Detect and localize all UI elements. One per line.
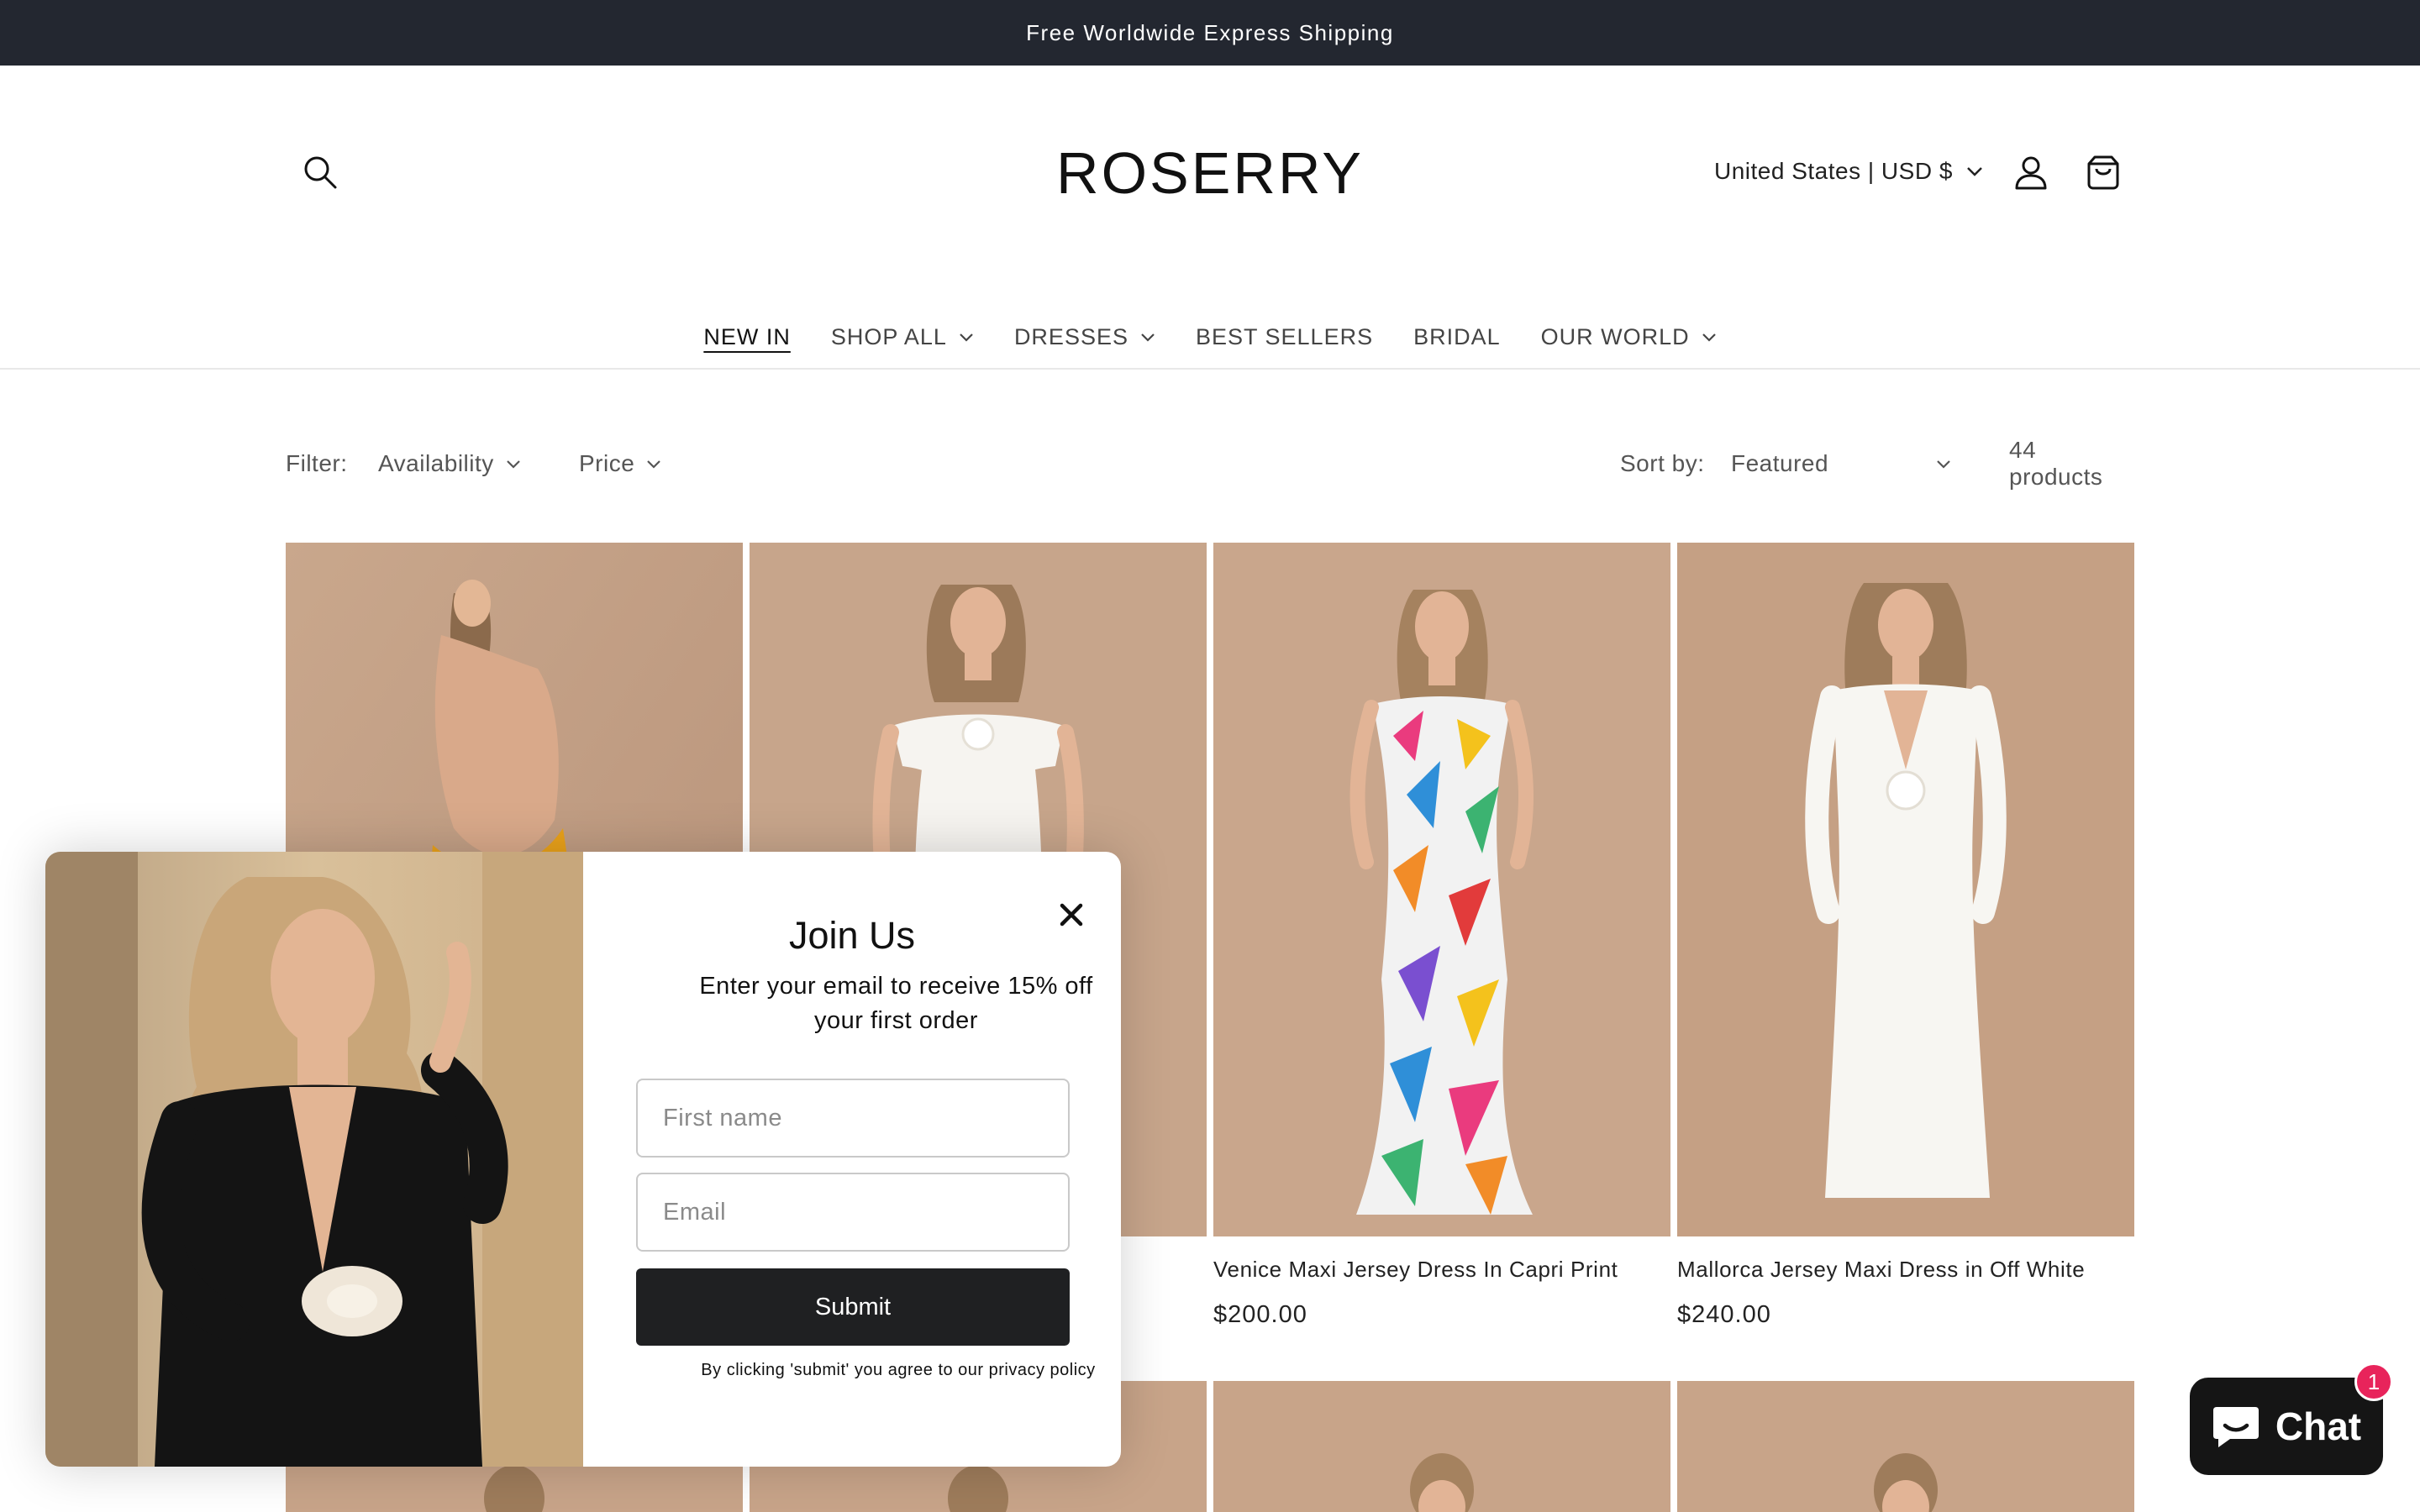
chat-bubble-icon: [2212, 1407, 2259, 1447]
popup-subtitle: Enter your email to receive 15% off your…: [699, 973, 1093, 1034]
product-card[interactable]: Venice Maxi Jersey Dress In Capri Print …: [1213, 543, 1670, 1329]
email-field[interactable]: [636, 1173, 1070, 1252]
chevron-down-icon: [1702, 333, 1716, 342]
submit-button[interactable]: Submit: [636, 1268, 1070, 1346]
nav-item-new-in[interactable]: NEW IN: [703, 316, 791, 358]
shopping-bag-icon: [2087, 155, 2119, 190]
chat-label: Chat: [2275, 1404, 2362, 1448]
product-price: $200.00: [1213, 1301, 1307, 1328]
nav-label: DRESSES: [1013, 323, 1128, 349]
nav-label: SHOP ALL: [830, 323, 947, 349]
nav-item-bridal[interactable]: BRIDAL: [1413, 316, 1501, 358]
popup-model-image: [45, 852, 583, 1467]
chat-notification-badge: 1: [2354, 1362, 2393, 1401]
nav-label: BEST SELLERS: [1195, 323, 1374, 349]
filter-label-text: Filter:: [286, 450, 348, 476]
product-title[interactable]: Venice Maxi Jersey Dress In Capri Print: [1213, 1257, 1670, 1283]
chevron-down-icon: [960, 333, 973, 342]
chevron-down-icon: [507, 459, 520, 469]
availability-filter-label: Availability: [378, 450, 494, 476]
chevron-down-icon: [1141, 333, 1155, 342]
nav-item-our-world[interactable]: OUR WORLD: [1541, 316, 1717, 358]
locale-label: United States | USD $: [1714, 158, 1953, 184]
first-name-field[interactable]: [636, 1079, 1070, 1158]
nav-label: NEW IN: [703, 323, 791, 349]
price-filter[interactable]: Price: [579, 445, 661, 482]
product-image[interactable]: [1677, 1381, 2134, 1512]
nav-item-dresses[interactable]: DRESSES: [1014, 316, 1155, 358]
search-icon: [304, 156, 337, 189]
sort-select[interactable]: Featured: [1731, 445, 1951, 482]
nav-label: BRIDAL: [1413, 323, 1501, 349]
product-image[interactable]: [1213, 1381, 1670, 1512]
product-count: 44 products: [2009, 437, 2134, 490]
price-filter-label: Price: [579, 450, 635, 476]
filter-label: Filter:: [286, 445, 348, 482]
product-title[interactable]: Mallorca Jersey Maxi Dress in Off White: [1677, 1257, 2134, 1283]
chevron-down-icon: [1967, 167, 1982, 176]
product-image[interactable]: [1213, 543, 1670, 1236]
nav-item-shop-all[interactable]: SHOP ALL: [831, 316, 974, 358]
chat-button[interactable]: Chat: [2190, 1378, 2383, 1475]
search-button[interactable]: [299, 151, 341, 193]
main-navigation: NEW IN SHOP ALL DRESSES BEST SELLERS BRI…: [0, 316, 2420, 358]
user-icon: [2015, 156, 2047, 190]
chevron-down-icon: [647, 459, 661, 469]
announcement-text: Free Worldwide Express Shipping: [1026, 19, 1394, 45]
account-button[interactable]: [2010, 151, 2052, 193]
country-currency-selector[interactable]: United States | USD $: [1714, 153, 1983, 190]
sort-value: Featured: [1731, 450, 1829, 476]
product-count-text: 44 products: [2009, 437, 2103, 490]
sort-label-text: Sort by:: [1620, 450, 1705, 476]
signup-popup: Join Us Enter your email to receive 15% …: [45, 852, 1121, 1467]
availability-filter[interactable]: Availability: [378, 445, 521, 482]
cart-button[interactable]: [2082, 151, 2124, 193]
filter-bar: Filter: Availability Price Sort by: Feat…: [286, 437, 2134, 490]
product-image[interactable]: [1677, 543, 2134, 1236]
popup-title: Join Us: [788, 914, 916, 957]
chevron-down-icon: [1937, 459, 1950, 469]
nav-item-best-sellers[interactable]: BEST SELLERS: [1196, 316, 1373, 358]
sort-label: Sort by:: [1620, 445, 1704, 482]
site-header: ROSERRY United States | USD $ NEW IN SHO…: [0, 66, 2420, 370]
product-price: $240.00: [1677, 1301, 1771, 1328]
nav-label: OUR WORLD: [1540, 323, 1690, 349]
privacy-notice: By clicking 'submit' you agree to our pr…: [701, 1361, 1096, 1379]
site-logo[interactable]: ROSERRY: [1042, 139, 1378, 207]
announcement-bar: Free Worldwide Express Shipping: [0, 0, 2420, 66]
product-card[interactable]: Mallorca Jersey Maxi Dress in Off White …: [1677, 543, 2134, 1329]
